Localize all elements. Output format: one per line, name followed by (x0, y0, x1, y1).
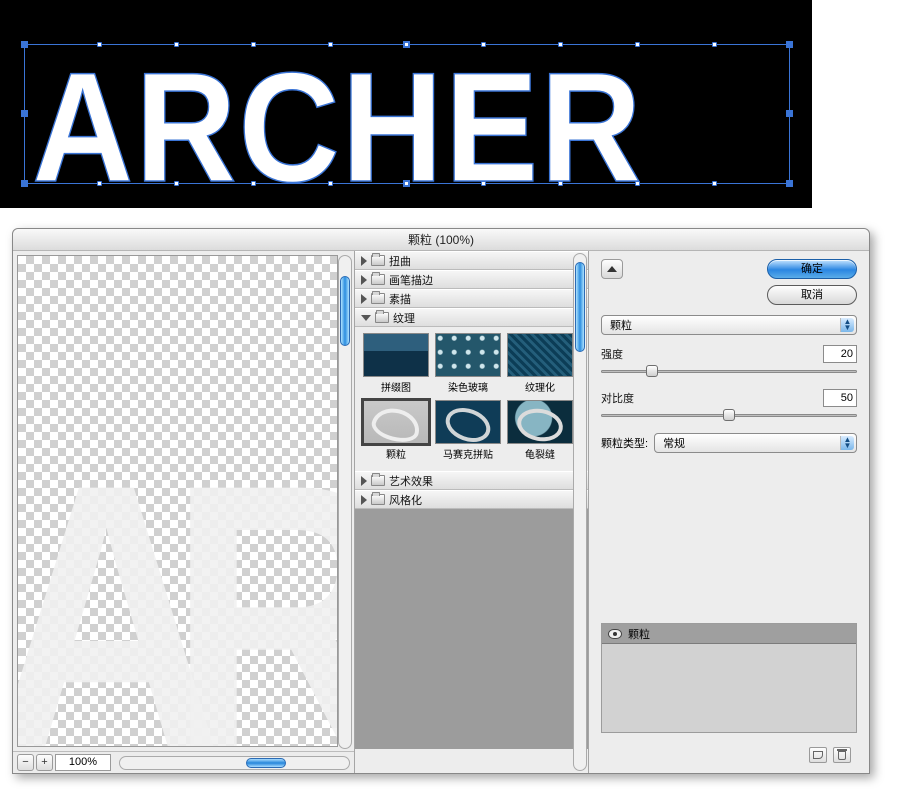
zoom-out-button[interactable]: − (17, 754, 34, 771)
visibility-eye-icon[interactable] (608, 629, 622, 639)
delete-effect-layer-button[interactable] (833, 747, 851, 763)
grain-type-popup[interactable]: 常规 ▲▼ (654, 433, 857, 453)
thumb-label: 染色玻璃 (435, 379, 501, 394)
folder-icon (371, 274, 385, 285)
controls-pane: 确定 取消 颗粒 ▲▼ 强度 20 对比度 (589, 251, 869, 773)
thumb-stained-glass[interactable]: 染色玻璃 (435, 333, 501, 394)
effect-layer-row[interactable]: 颗粒 (602, 624, 856, 644)
thumb-label: 拼缀图 (363, 379, 429, 394)
triangle-right-icon (361, 294, 367, 304)
preview-viewport[interactable]: A R (17, 255, 338, 747)
thumb-label: 马赛克拼贴 (435, 446, 501, 461)
zoom-field[interactable]: 100% (55, 754, 111, 771)
dialog-title: 颗粒 (100%) (13, 229, 869, 251)
preview-pane: A R − + 100% (13, 251, 355, 773)
folder-icon (371, 494, 385, 505)
folder-icon (371, 293, 385, 304)
category-label: 素描 (389, 291, 411, 307)
selection-bounding-box[interactable] (24, 44, 790, 184)
filter-select-popup[interactable]: 颗粒 ▲▼ (601, 315, 857, 335)
thumb-label: 颗粒 (363, 446, 429, 461)
effect-layers-panel: 颗粒 (601, 623, 857, 733)
filter-select-value: 颗粒 (610, 317, 632, 333)
popup-arrows-icon: ▲▼ (840, 436, 854, 450)
thumbnail-icon (507, 333, 573, 377)
category-sketch[interactable]: 素描 (355, 289, 588, 308)
triangle-down-icon (361, 315, 371, 321)
intensity-value[interactable]: 20 (823, 345, 857, 363)
folder-icon (371, 255, 385, 266)
thumb-mosaic-tiles[interactable]: 马赛克拼贴 (435, 400, 501, 461)
chevron-up-icon (607, 266, 617, 272)
thumb-texturizer[interactable]: 纹理化 (507, 333, 573, 394)
preview-vertical-scrollbar[interactable] (338, 255, 352, 749)
thumbnail-icon (363, 333, 429, 377)
intensity-slider[interactable] (601, 363, 857, 379)
category-label: 风格化 (389, 492, 422, 508)
thumbnail-icon (435, 333, 501, 377)
triangle-right-icon (361, 495, 367, 505)
thumb-label: 纹理化 (507, 379, 573, 394)
thumb-label: 龟裂缝 (507, 446, 573, 461)
category-label: 扭曲 (389, 253, 411, 269)
category-brush-strokes[interactable]: 画笔描边 (355, 270, 588, 289)
triangle-right-icon (361, 275, 367, 285)
collapse-tree-button[interactable] (601, 259, 623, 279)
category-label: 画笔描边 (389, 272, 433, 288)
category-stylize[interactable]: 风格化 (355, 490, 588, 509)
cancel-button[interactable]: 取消 (767, 285, 857, 305)
thumb-grain[interactable]: 颗粒 (363, 400, 429, 461)
category-distort[interactable]: 扭曲 (355, 251, 588, 270)
thumbnail-icon (507, 400, 573, 444)
preview-glyph-r: R (169, 466, 338, 747)
category-texture[interactable]: 纹理 (355, 308, 588, 327)
thumb-craquelure[interactable]: 龟裂缝 (507, 400, 573, 461)
ok-button[interactable]: 确定 (767, 259, 857, 279)
popup-arrows-icon: ▲▼ (840, 318, 854, 332)
grain-type-value: 常规 (663, 435, 685, 451)
thumb-patchwork[interactable]: 拼缀图 (363, 333, 429, 394)
preview-footer: − + 100% (13, 751, 354, 773)
thumbnail-icon (363, 400, 429, 444)
contrast-label: 对比度 (601, 390, 634, 406)
category-label: 艺术效果 (389, 473, 433, 489)
tree-vertical-scrollbar[interactable] (573, 253, 587, 771)
thumbnail-icon (435, 400, 501, 444)
folder-icon (371, 475, 385, 486)
effect-layer-name: 颗粒 (628, 626, 650, 642)
contrast-value[interactable]: 50 (823, 389, 857, 407)
filter-gallery-dialog: 颗粒 (100%) A R − + 100% 扭曲 (12, 228, 870, 774)
triangle-right-icon (361, 256, 367, 266)
category-label: 纹理 (393, 310, 415, 326)
category-artistic[interactable]: 艺术效果 (355, 471, 588, 490)
zoom-in-button[interactable]: + (36, 754, 53, 771)
contrast-slider[interactable] (601, 407, 857, 423)
preview-horizontal-scrollbar[interactable] (119, 756, 350, 770)
triangle-right-icon (361, 476, 367, 486)
filter-tree-pane: 扭曲 画笔描边 素描 纹理 (355, 251, 589, 773)
canvas-black-background: ARCHER (0, 0, 812, 208)
grain-type-label: 颗粒类型: (601, 435, 648, 451)
folder-icon (375, 312, 389, 323)
intensity-label: 强度 (601, 346, 623, 362)
new-effect-layer-button[interactable] (809, 747, 827, 763)
texture-thumbnails: 拼缀图 染色玻璃 纹理化 颗粒 (355, 327, 588, 471)
